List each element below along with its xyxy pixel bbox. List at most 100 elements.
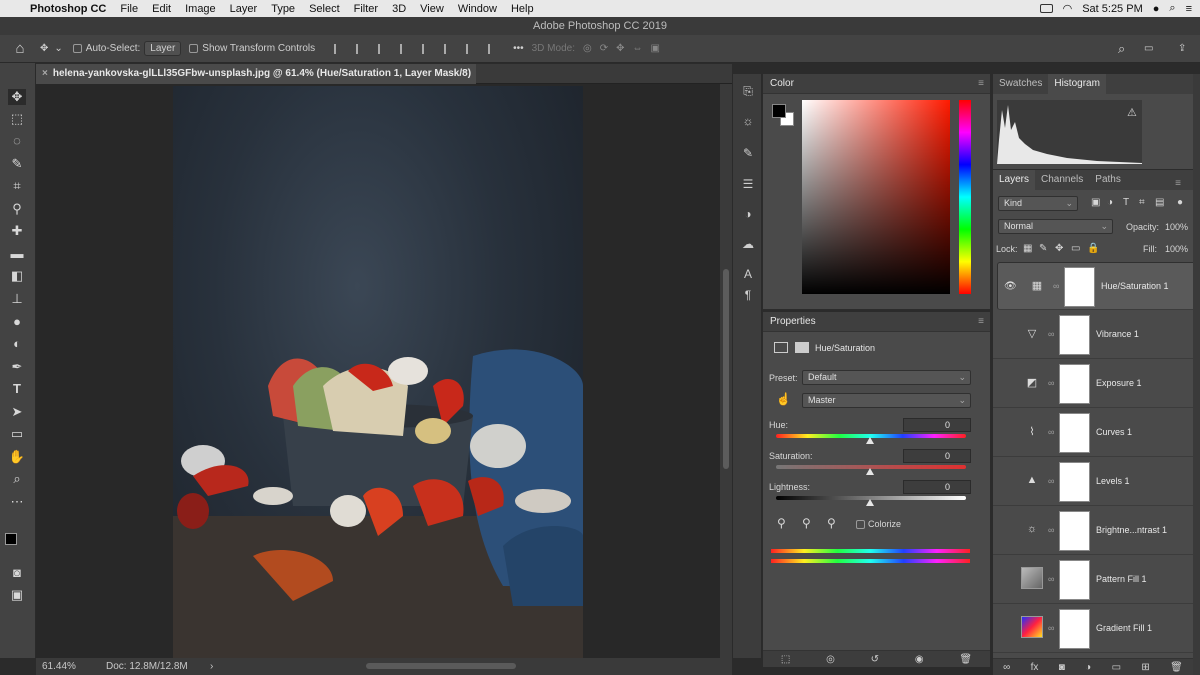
filter-adjustment-icon[interactable]: ◑ <box>1107 197 1113 208</box>
blend-mode-dropdown[interactable]: Normal ⌄ <box>998 219 1113 234</box>
notification-icon[interactable]: ≡ <box>1186 3 1192 15</box>
adjustment-sliders-icon[interactable]: ☰ <box>741 177 755 191</box>
layer-row-pattern-fill[interactable]: ∞ Pattern Fill 1 <box>993 556 1193 604</box>
menu-edit[interactable]: Edit <box>152 3 171 15</box>
battery-icon[interactable] <box>1039 4 1053 13</box>
canvas-scrollbar[interactable] <box>720 84 732 658</box>
adjustment-icon[interactable] <box>774 342 788 353</box>
menu-select[interactable]: Select <box>309 3 340 15</box>
menu-help[interactable]: Help <box>511 3 534 15</box>
menu-filter[interactable]: Filter <box>354 3 378 15</box>
layer-name[interactable]: Levels 1 <box>1096 476 1130 486</box>
path-select-icon[interactable]: ➤ <box>8 404 26 420</box>
layer-name[interactable]: Hue/Saturation 1 <box>1101 281 1169 291</box>
panel-menu-icon[interactable]: ≡ <box>978 312 984 332</box>
move-tool-icon[interactable]: ✥ <box>8 89 26 105</box>
panel-menu-icon[interactable]: ≡ <box>978 74 984 94</box>
character-icon[interactable]: A <box>741 267 755 281</box>
visibility-icon[interactable]: ◉ <box>915 654 924 665</box>
workspace-icon[interactable]: ▭ <box>1144 43 1153 54</box>
hand-tool-icon[interactable]: ✋ <box>8 449 26 465</box>
menu-file[interactable]: File <box>120 3 138 15</box>
layer-row-hue-saturation[interactable]: 👁 ▦ ∞ Hue/Saturation 1 <box>997 262 1197 310</box>
layer-row-brightness-contrast[interactable]: ☼ ∞ Brightne...ntrast 1 <box>993 507 1193 555</box>
3d-roll-icon[interactable]: ⟳ <box>600 43 608 54</box>
panel-menu-icon[interactable]: ≡ <box>1169 174 1187 194</box>
link-icon[interactable]: ∞ <box>1048 574 1054 584</box>
trash-icon[interactable]: 🗑 <box>1170 662 1183 673</box>
layer-name[interactable]: Vibrance 1 <box>1096 329 1139 339</box>
filter-pixel-icon[interactable]: ▣ <box>1091 197 1100 208</box>
chevron-down-icon[interactable]: ⌄ <box>54 43 62 54</box>
align-middle-icon[interactable] <box>444 43 456 54</box>
eye-icon[interactable]: 👁 <box>1004 281 1017 292</box>
user-icon[interactable]: ● <box>1153 3 1160 15</box>
paragraph-icon[interactable]: ¶ <box>741 288 755 302</box>
adjustments-icon[interactable]: ☼ <box>741 114 755 128</box>
lock-position-icon[interactable]: ✥ <box>1055 243 1063 254</box>
opacity-value[interactable]: 100% <box>1165 222 1188 232</box>
zoom-level[interactable]: 61.44% <box>42 658 76 675</box>
more-options-icon[interactable]: ••• <box>513 43 524 54</box>
saturation-value-field[interactable]: 0 <box>903 449 971 463</box>
layer-name[interactable]: Brightne...ntrast 1 <box>1096 525 1167 535</box>
clip-to-layer-icon[interactable]: ⬚ <box>781 654 790 665</box>
link-icon[interactable]: ∞ <box>1048 623 1054 633</box>
mask-icon[interactable] <box>795 342 809 353</box>
channel-dropdown[interactable]: Master ⌄ <box>802 393 971 408</box>
close-icon[interactable]: × <box>42 68 48 79</box>
search-icon[interactable]: ⌕ <box>1118 41 1125 57</box>
layer-name[interactable]: Exposure 1 <box>1096 378 1142 388</box>
pen-tool-icon[interactable]: ✒ <box>8 359 26 375</box>
hue-slider-thumb[interactable] <box>866 437 874 444</box>
link-icon[interactable]: ∞ <box>1053 281 1059 291</box>
dodge-tool-icon[interactable]: ◐ <box>8 336 26 352</box>
targeted-adjust-hand-icon[interactable]: ☝ <box>776 392 791 406</box>
tab-layers[interactable]: Layers <box>993 170 1036 190</box>
fill-value[interactable]: 100% <box>1165 244 1188 254</box>
filter-type-icon[interactable]: T <box>1123 197 1129 208</box>
color-picker-field[interactable] <box>802 100 950 294</box>
layer-mask-thumbnail[interactable] <box>1059 413 1090 453</box>
lock-artboard-icon[interactable]: ▭ <box>1071 243 1080 254</box>
lightness-value-field[interactable]: 0 <box>903 480 971 494</box>
align-left-icon[interactable] <box>334 43 346 54</box>
foreground-color-chip[interactable] <box>772 104 786 118</box>
new-layer-icon[interactable]: ⊞ <box>1141 662 1149 673</box>
3d-scale-icon[interactable]: ▣ <box>651 43 660 54</box>
layer-mask-thumbnail[interactable] <box>1059 315 1090 355</box>
menu-window[interactable]: Window <box>458 3 497 15</box>
saturation-slider-thumb[interactable] <box>866 468 874 475</box>
blur-tool-icon[interactable]: ● <box>8 314 26 330</box>
align-bottom-icon[interactable] <box>466 43 478 54</box>
tab-swatches[interactable]: Swatches <box>993 74 1048 94</box>
hue-slider[interactable] <box>959 100 971 294</box>
3d-pan-icon[interactable]: ✥ <box>616 43 624 54</box>
eraser-tool-icon[interactable]: ◧ <box>8 268 26 284</box>
layer-mask-thumbnail[interactable] <box>1064 267 1095 307</box>
zoom-tool-icon[interactable]: ⌕ <box>8 471 26 487</box>
link-layers-icon[interactable]: ∞ <box>1003 662 1010 673</box>
link-icon[interactable]: ∞ <box>1048 427 1054 437</box>
eyedropper-tool-icon[interactable]: ⚲ <box>8 201 26 217</box>
filter-shape-icon[interactable]: ⌗ <box>1139 197 1145 208</box>
libraries-icon[interactable]: ☁ <box>741 237 755 251</box>
spotlight-icon[interactable]: ⌕ <box>1169 2 1175 15</box>
new-group-icon[interactable]: ▭ <box>1112 662 1121 673</box>
menu-type[interactable]: Type <box>271 3 295 15</box>
auto-select-dropdown[interactable]: Layer <box>144 41 182 56</box>
layer-row-curves[interactable]: ⌇ ∞ Curves 1 <box>993 409 1193 457</box>
hue-value-field[interactable]: 0 <box>903 418 971 432</box>
link-icon[interactable]: ∞ <box>1048 378 1054 388</box>
link-icon[interactable]: ∞ <box>1048 329 1054 339</box>
eyedropper-minus-icon[interactable]: ⚲ <box>827 516 836 530</box>
document-image[interactable] <box>173 86 583 658</box>
stamp-tool-icon[interactable]: ⊥ <box>8 291 26 307</box>
distribute-icon[interactable] <box>400 43 412 54</box>
align-top-icon[interactable] <box>422 43 434 54</box>
auto-select-checkbox[interactable] <box>72 44 82 53</box>
panel-scrollbar[interactable] <box>1193 74 1200 675</box>
share-icon[interactable]: ⇪ <box>1178 43 1186 54</box>
tab-channels[interactable]: Channels <box>1035 170 1089 190</box>
status-menu-icon[interactable]: › <box>210 658 213 675</box>
